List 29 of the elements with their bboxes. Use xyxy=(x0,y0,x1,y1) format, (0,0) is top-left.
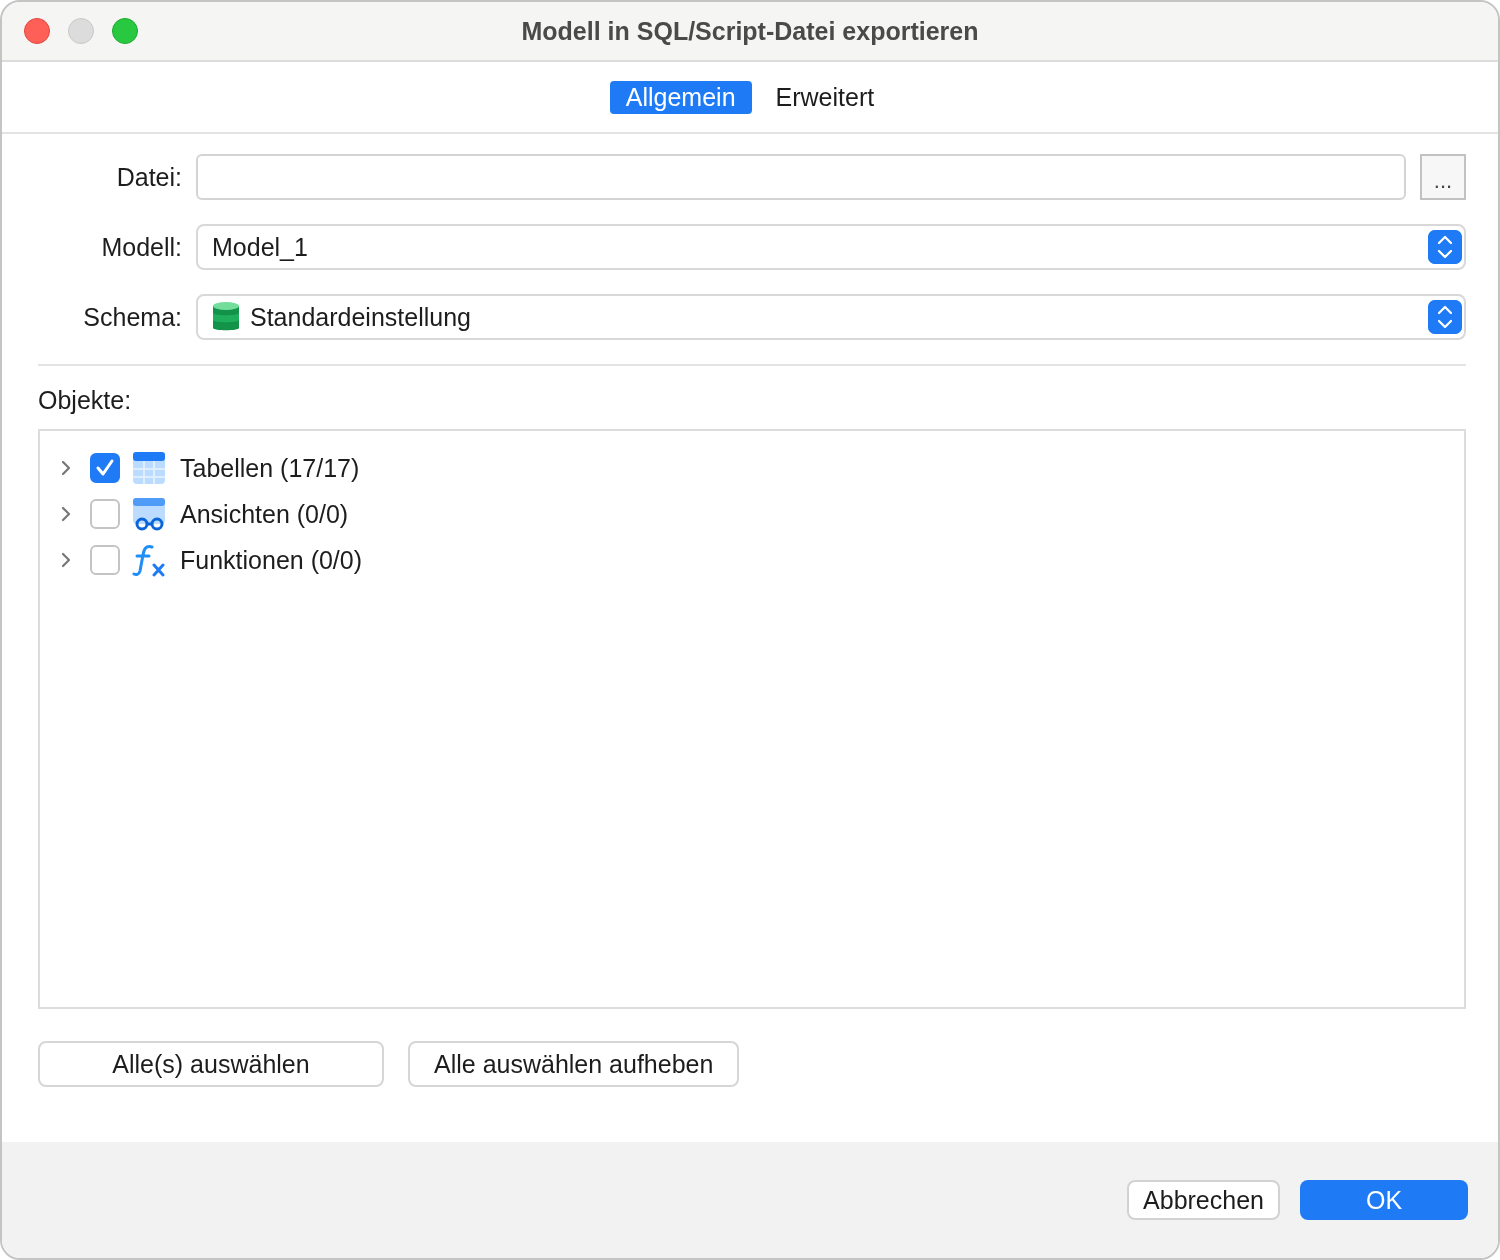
ok-button[interactable]: OK xyxy=(1300,1180,1468,1220)
function-icon xyxy=(132,543,166,577)
checkbox[interactable] xyxy=(90,499,120,529)
tab[interactable]: Erweitert xyxy=(759,80,891,114)
tree-item-label[interactable]: Tabellen (17/17) xyxy=(180,453,360,483)
checkbox[interactable] xyxy=(90,453,120,483)
deselect-all-button[interactable]: Alle auswählen aufheben xyxy=(408,1041,740,1087)
tree-item-label[interactable]: Ansichten (0/0) xyxy=(180,499,349,529)
close-button[interactable] xyxy=(24,18,50,44)
view-icon xyxy=(132,497,166,531)
database-icon xyxy=(212,301,240,333)
schema-label: Schema: xyxy=(82,302,183,332)
table-icon xyxy=(132,451,166,485)
checkbox[interactable] xyxy=(90,545,120,575)
stepper-icon xyxy=(1428,230,1462,264)
zoom-button[interactable] xyxy=(112,18,138,44)
browse-button[interactable]: ... xyxy=(1420,154,1466,200)
cancel-button[interactable]: Abbrechen xyxy=(1127,1180,1280,1220)
stepper-icon xyxy=(1428,300,1462,334)
file-input-field[interactable] xyxy=(196,154,1406,200)
tab[interactable]: Allgemein xyxy=(609,80,752,114)
model-label: Modell: xyxy=(100,232,183,262)
file-label: Datei: xyxy=(115,162,183,192)
model-dropdown[interactable]: Model_1 xyxy=(196,224,1466,270)
tree-item-label[interactable]: Funktionen (0/0) xyxy=(180,545,363,575)
select-all-button[interactable]: Alle(s) auswählen xyxy=(38,1041,384,1087)
schema-dropdown[interactable]: Standardeinstellung xyxy=(196,294,1466,340)
objects-label: Objekte: xyxy=(38,386,132,415)
window-title: Modell in SQL/Script-Datei exportieren xyxy=(521,16,979,45)
